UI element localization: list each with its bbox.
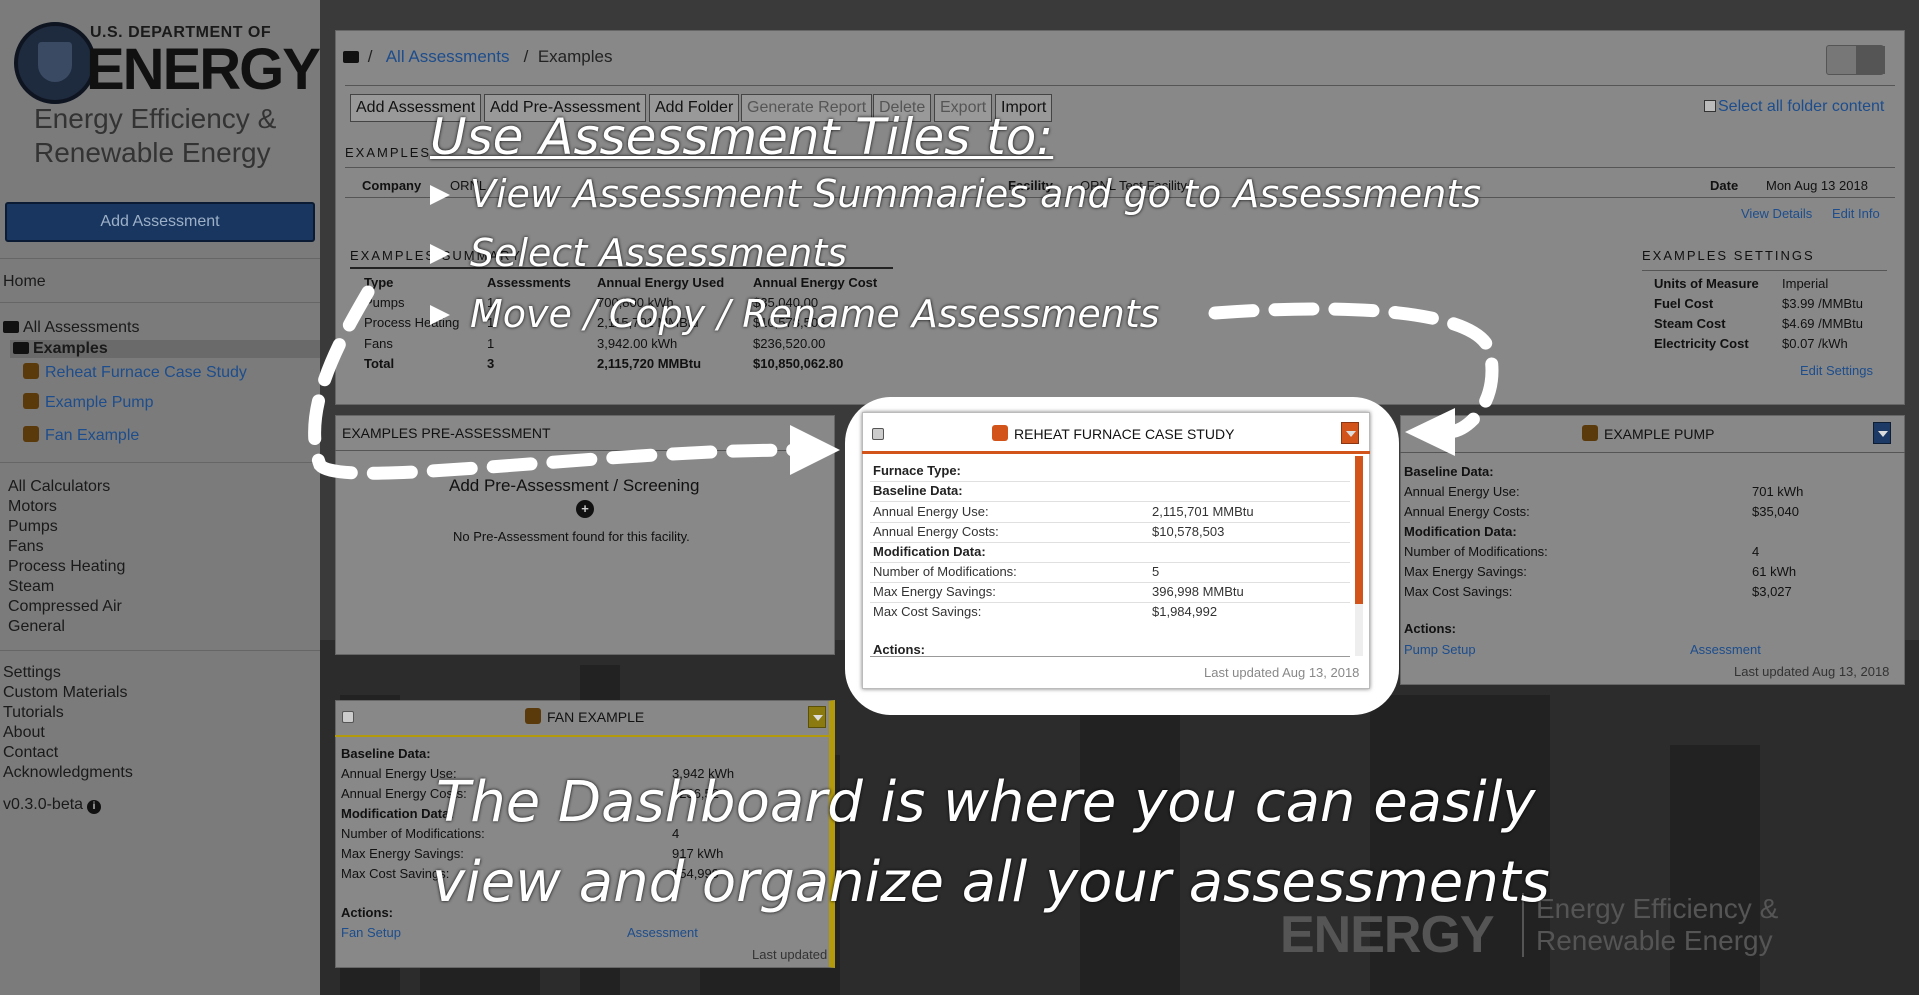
overlay-bullet-text: Move / Copy / Rename Assessments <box>470 292 1160 336</box>
overlay-caption-line1: The Dashboard is where you can easily <box>436 770 1536 835</box>
bullet-arrow-icon <box>430 244 450 264</box>
overlay-bullet: Select Assessments <box>430 231 847 275</box>
overlay-bullet-text: Select Assessments <box>470 231 848 275</box>
right-arrow-head-icon <box>1405 408 1455 456</box>
overlay-bullet: View Assessment Summaries and go to Asse… <box>430 172 1481 216</box>
bullet-arrow-icon <box>430 185 450 205</box>
overlay-caption-line2: view and organize all your assessments <box>432 850 1550 915</box>
overlay-title: Use Assessment Tiles to: <box>430 108 1054 166</box>
left-arrow-head-icon <box>790 425 840 475</box>
overlay-bullet-text: View Assessment Summaries and go to Asse… <box>470 172 1482 216</box>
bullet-arrow-icon <box>430 305 450 325</box>
overlay-bullet: Move / Copy / Rename Assessments <box>430 292 1160 336</box>
